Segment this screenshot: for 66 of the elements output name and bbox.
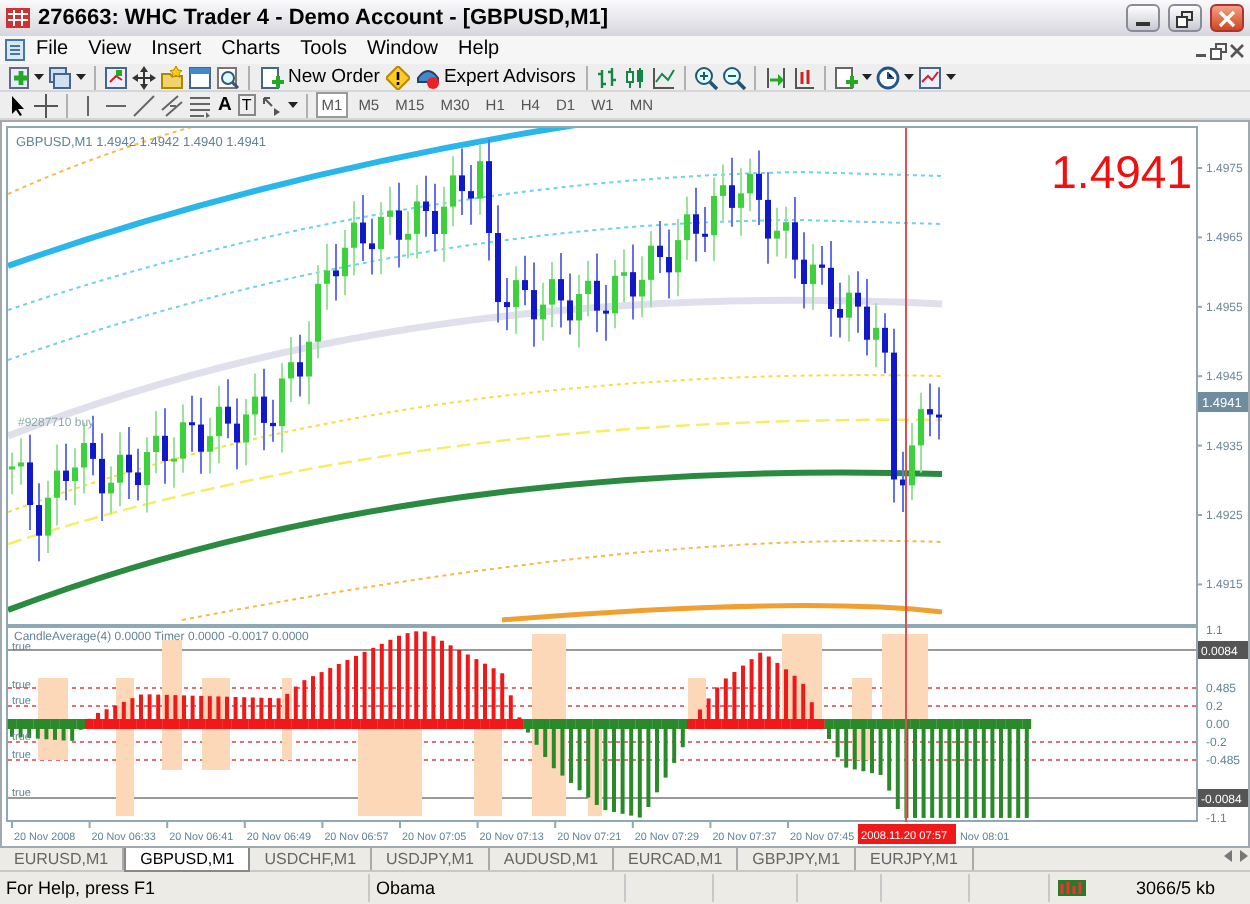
cursor-icon[interactable] xyxy=(6,93,30,117)
stacked-windows-icon[interactable] xyxy=(48,65,72,89)
text-tool-button[interactable]: A xyxy=(216,91,234,119)
status-text: For Help, press F1 xyxy=(6,879,156,897)
mdi-restore-icon[interactable] xyxy=(1210,41,1228,59)
menu-item[interactable]: Window xyxy=(356,36,449,64)
menu-item[interactable]: Help xyxy=(448,36,510,64)
chart-tab[interactable]: GBPUSD,M1 xyxy=(124,848,251,872)
restore-icon xyxy=(1176,9,1194,27)
move-arrows-icon[interactable] xyxy=(132,65,156,89)
caret-icon[interactable] xyxy=(287,100,298,110)
chart-tab[interactable]: AUDUSD,M1 xyxy=(489,848,615,870)
mdi-close-icon[interactable] xyxy=(1228,41,1246,59)
caret-icon[interactable] xyxy=(945,72,956,82)
expert-advisors-button[interactable]: Expert Advisors xyxy=(413,63,578,91)
clock-icon[interactable] xyxy=(875,65,900,89)
chart-tab[interactable]: EURJPY,M1 xyxy=(856,848,974,870)
minimize-icon xyxy=(1136,22,1150,26)
app-icon xyxy=(6,6,30,30)
magnifier-icon[interactable] xyxy=(216,65,240,89)
menu-item[interactable]: Insert xyxy=(141,36,212,64)
window-icon[interactable] xyxy=(188,65,212,89)
trend-line-icon[interactable] xyxy=(132,93,156,117)
chart-tab[interactable]: USDJPY,M1 xyxy=(372,848,490,870)
caret-icon[interactable] xyxy=(903,72,914,82)
close-icon xyxy=(1218,9,1236,27)
chart-tab[interactable]: GBPJPY,M1 xyxy=(738,848,857,870)
indicator-icon[interactable] xyxy=(833,65,858,89)
menu-item[interactable]: Charts xyxy=(211,36,291,64)
profile-name: Obama xyxy=(376,879,436,897)
price-display: 1.4941 xyxy=(1051,146,1192,198)
folder-star-icon[interactable] xyxy=(160,65,184,89)
bar-chart-icon[interactable] xyxy=(595,65,620,89)
chart-tab[interactable]: EURCAD,M1 xyxy=(614,848,739,870)
cap-icon xyxy=(415,65,440,89)
scroll-right-icon[interactable] xyxy=(1236,848,1250,864)
new-order-button[interactable]: New Order xyxy=(258,63,382,91)
traffic-text: 3066/5 kb xyxy=(1136,879,1216,897)
arrows-icon[interactable] xyxy=(259,93,284,117)
fibonacci-icon[interactable] xyxy=(188,93,212,117)
menu-item[interactable]: File xyxy=(26,36,79,64)
zoom-in-icon[interactable] xyxy=(693,65,718,89)
close-button[interactable] xyxy=(1210,4,1244,32)
traffic-bars-icon xyxy=(1056,876,1088,900)
menu-item[interactable]: Tools xyxy=(290,36,357,64)
label-tool-button[interactable]: T xyxy=(237,94,256,116)
line-chart-icon[interactable] xyxy=(651,65,676,89)
window-title: 276663: WHC Trader 4 - Demo Account - [GBPUSD,M1] xyxy=(38,7,611,29)
menu-item[interactable]: View xyxy=(78,36,142,64)
autoscroll-icon[interactable] xyxy=(763,65,788,89)
chart-window-icon[interactable] xyxy=(104,65,128,89)
template-icon[interactable] xyxy=(917,65,942,89)
minimize-button[interactable] xyxy=(1126,4,1160,32)
caret-icon[interactable] xyxy=(76,72,86,82)
crosshair-icon[interactable] xyxy=(34,93,58,117)
restore-button[interactable] xyxy=(1168,4,1202,32)
zoom-out-icon[interactable] xyxy=(721,65,746,89)
scroll-left-icon[interactable] xyxy=(1222,848,1236,864)
caret-icon[interactable] xyxy=(861,72,872,82)
chart-tab[interactable]: USDCHF,M1 xyxy=(250,848,373,870)
new-chart-icon[interactable] xyxy=(6,65,30,89)
warning-icon[interactable] xyxy=(385,65,410,89)
candlestick-icon[interactable] xyxy=(623,65,648,89)
caret-icon[interactable] xyxy=(34,72,44,82)
chart-shift-icon[interactable] xyxy=(791,65,816,89)
document-icon xyxy=(4,38,26,62)
